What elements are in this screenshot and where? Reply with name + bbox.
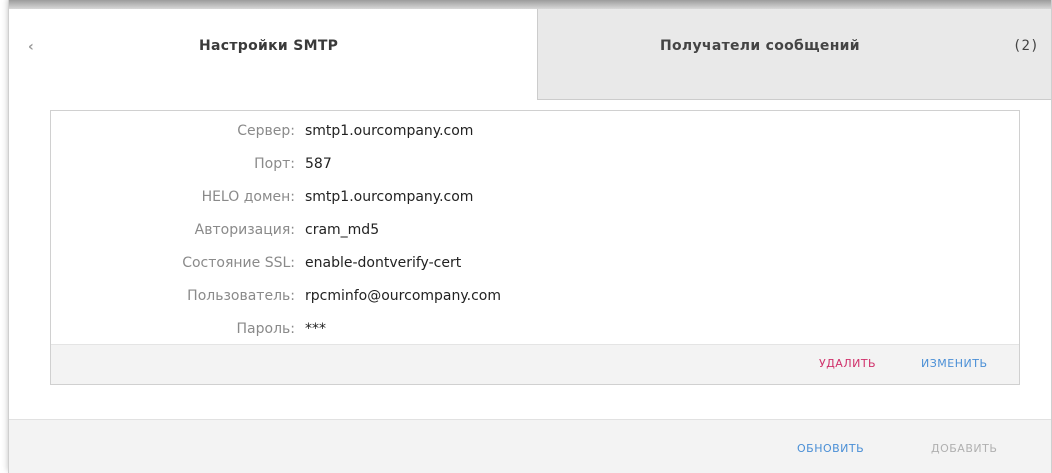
property-value: cram_md5 <box>305 222 380 238</box>
property-row-helo-domain: HELO домен: smtp1.ourcompany.com <box>51 189 1019 213</box>
property-label: Пользователь: <box>187 288 295 304</box>
card-actions-bar: УДАЛИТЬ ИЗМЕНИТЬ <box>51 344 1019 384</box>
property-label: Пароль: <box>236 321 295 337</box>
delete-button[interactable]: УДАЛИТЬ <box>819 357 876 370</box>
property-row-password: Пароль: *** <box>51 321 1019 345</box>
property-value: smtp1.ourcompany.com <box>305 189 474 205</box>
property-label: Сервер: <box>237 123 295 139</box>
refresh-button[interactable]: ОБНОВИТЬ <box>797 442 864 455</box>
panel-top-border <box>9 0 1051 9</box>
tab-message-recipients-label: Получатели сообщений <box>660 38 860 54</box>
tab-smtp-settings[interactable]: ‹ Настройки SMTP <box>9 9 537 100</box>
property-label: Состояние SSL: <box>182 255 295 271</box>
property-row-port: Порт: 587 <box>51 156 1019 180</box>
property-row-server: Сервер: smtp1.ourcompany.com <box>51 123 1019 147</box>
tab-smtp-settings-label: Настройки SMTP <box>199 38 339 54</box>
collapse-icon[interactable]: ‹ <box>21 37 41 57</box>
property-value: enable-dontverify-cert <box>305 255 462 271</box>
property-label: Авторизация: <box>194 222 295 238</box>
property-value: rpcminfo@ourcompany.com <box>305 288 501 304</box>
smtp-server-card: Сервер: smtp1.ourcompany.com Порт: 587 H… <box>50 110 1020 385</box>
property-row-authorization: Авторизация: cram_md5 <box>51 222 1019 246</box>
add-button[interactable]: ДОБАВИТЬ <box>931 442 997 455</box>
tab-message-recipients[interactable]: Получатели сообщений <box>537 9 989 100</box>
tab-bar: ‹ Настройки SMTP Получатели сообщений (2… <box>9 9 1051 100</box>
property-value: *** <box>305 321 326 337</box>
tab-recipients-count[interactable]: (2) <box>989 9 1051 100</box>
edit-button[interactable]: ИЗМЕНИТЬ <box>921 357 988 370</box>
property-label: Порт: <box>254 156 295 172</box>
property-value: smtp1.ourcompany.com <box>305 123 474 139</box>
property-value: 587 <box>305 156 332 172</box>
property-label: HELO домен: <box>201 189 295 205</box>
property-row-user: Пользователь: rpcminfo@ourcompany.com <box>51 288 1019 312</box>
recipients-count-badge: (2) <box>1012 38 1039 54</box>
property-row-ssl-state: Состояние SSL: enable-dontverify-cert <box>51 255 1019 279</box>
smtp-settings-panel: ‹ Настройки SMTP Получатели сообщений (2… <box>8 0 1052 473</box>
panel-footer: ОБНОВИТЬ ДОБАВИТЬ <box>9 419 1051 473</box>
